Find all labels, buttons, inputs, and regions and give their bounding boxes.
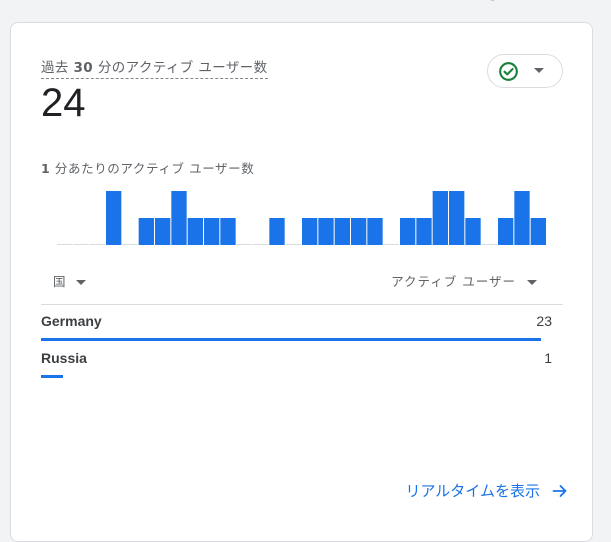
chart-bar[interactable] [498,218,514,245]
chart-bar-zero [57,244,73,245]
comparison-status-button[interactable] [487,54,563,88]
chart-bar-zero [122,244,138,245]
metric-selector-label: アクティブ ユーザー [391,274,517,289]
table-row-label: Germany [41,313,102,329]
chart-bar-zero [236,244,252,245]
chart-title-number: 1 [41,161,51,176]
chart-bar-zero [253,244,269,245]
chart-bar[interactable] [416,218,432,245]
chart-bar[interactable] [351,218,367,245]
check-circle-icon [499,62,518,81]
metric-title-number: 30 [73,60,94,76]
dimension-label: 国 [53,274,66,289]
chart-bar[interactable] [400,218,416,245]
table-row-label: Russia [41,350,87,366]
chart-bar[interactable] [334,218,350,245]
chart-bar[interactable] [367,218,383,245]
table-header-divider [41,304,563,305]
chart-bar[interactable] [155,218,171,245]
table-row-bar-fill [41,375,63,378]
chart-bar[interactable] [432,191,448,245]
chevron-down-icon [534,68,544,73]
per-minute-bar-chart [57,191,546,245]
view-realtime-link[interactable]: リアルタイムを表示 [405,480,568,501]
chart-bar-zero [285,244,301,245]
chart-bar[interactable] [138,218,154,245]
chart-bar-zero [383,244,399,245]
chevron-down-icon [527,280,537,285]
chart-bar[interactable] [187,218,203,245]
chart-bar-zero [481,244,497,245]
table-row-bar-fill [41,338,541,341]
chart-title: 1 分あたりのアクティブ ユーザー数 [41,158,254,177]
metric-title-suffix: 分のアクティブ ユーザー数 [97,60,268,76]
arrow-right-icon [552,484,567,497]
chevron-down-icon [75,280,86,285]
chart-bar[interactable] [171,191,187,245]
chart-bar[interactable] [318,218,334,245]
table-row-bar [41,338,541,341]
table-row-bar [41,375,541,378]
chart-bar[interactable] [302,218,318,245]
decorative-dot [490,0,495,1]
realtime-card: 過去 30 分のアクティブ ユーザー数 24 1 分あたりのアクティブ ユーザー… [10,22,593,542]
chart-bar[interactable] [220,218,236,245]
metric-title-prefix: 過去 [41,60,69,76]
chart-bar[interactable] [449,191,465,245]
chart-bar[interactable] [106,191,122,245]
table-row-value: 23 [536,313,552,329]
chart-bar[interactable] [269,218,285,245]
chart-bar-zero [73,244,89,245]
metric-value: 24 [41,81,86,125]
chart-bar-zero [89,244,105,245]
chart-bar[interactable] [204,218,220,245]
chart-bar[interactable] [514,191,530,245]
chart-bar[interactable] [465,218,481,245]
dimension-selector[interactable]: 国 [53,271,86,290]
chart-bar[interactable] [530,218,546,245]
metric-selector[interactable]: アクティブ ユーザー [391,271,537,290]
view-realtime-label: リアルタイムを表示 [405,482,540,500]
chart-title-suffix: 分あたりのアクティブ ユーザー数 [54,161,255,176]
metric-title[interactable]: 過去 30 分のアクティブ ユーザー数 [41,56,268,79]
table-row-value: 1 [544,350,552,366]
